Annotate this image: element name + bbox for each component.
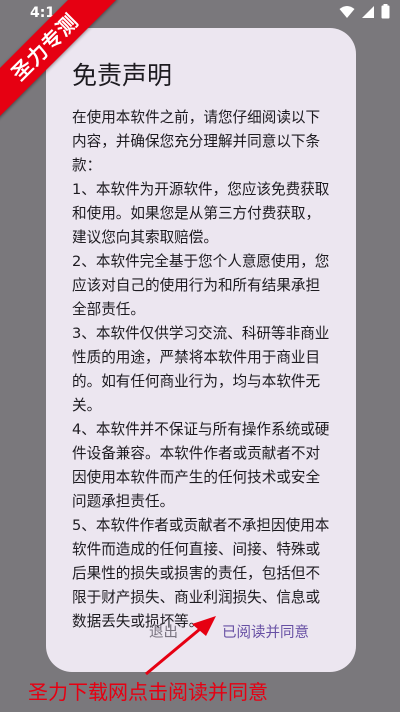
dialog-body: 在使用本软件之前，请您仔细阅读以下内容，并确保您充分理解并同意以下条款： 1、本… (72, 106, 334, 634)
dialog-title: 免责声明 (72, 61, 173, 90)
dialog-paragraph-4: 4、本软件并不保证与所有操作系统或硬件设备兼容。本软件作者或贡献者不对因使用本软… (72, 421, 330, 510)
signal-icon (362, 5, 374, 18)
dialog-paragraph-2: 2、本软件完全基于您个人意愿使用，您应该对自己的使用行为和所有结果承担全部责任。 (72, 253, 330, 318)
dialog-paragraph-intro: 在使用本软件之前，请您仔细阅读以下内容，并确保您充分理解并同意以下条款： (72, 109, 321, 174)
annotation-caption: 圣力下载网点击阅读并同意 (28, 680, 268, 704)
dialog-paragraph-3: 3、本软件仅供学习交流、科研等非商业性质的用途，严禁将本软件用于商业目的。如有任… (72, 325, 330, 414)
wifi-icon (339, 5, 355, 18)
disclaimer-dialog: 免责声明 在使用本软件之前，请您仔细阅读以下内容，并确保您充分理解并同意以下条款… (46, 28, 356, 672)
agree-button[interactable]: 已阅读并同意 (222, 621, 309, 642)
status-icons (339, 4, 390, 19)
battery-icon (381, 4, 390, 19)
dialog-paragraph-1: 1、本软件为开源软件，您应该免费获取和使用。如果您是从第三方付费获取，建议您向其… (72, 181, 330, 246)
annotation-arrow-icon (145, 616, 216, 676)
